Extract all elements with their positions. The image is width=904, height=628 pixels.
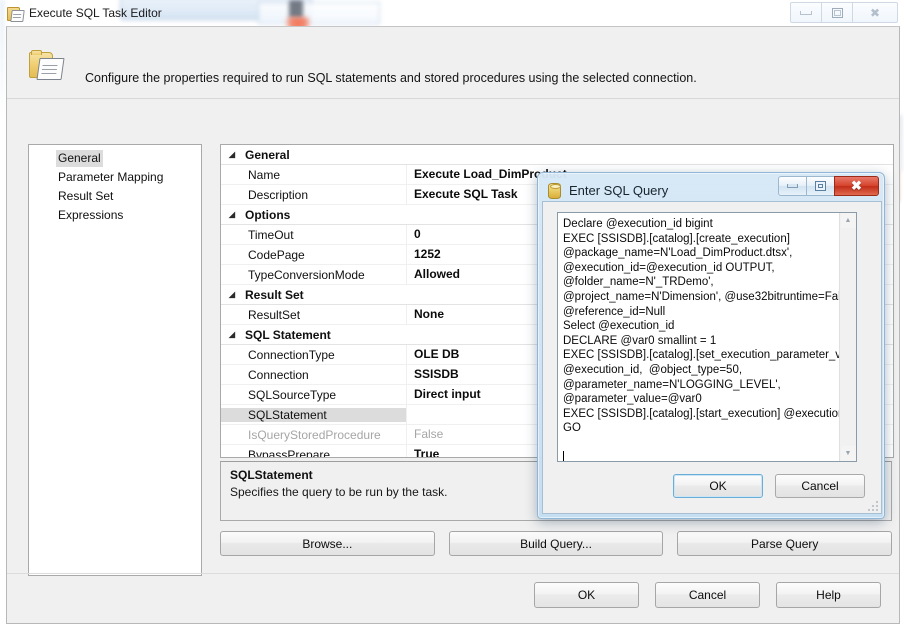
window-title: Execute SQL Task Editor bbox=[29, 6, 162, 20]
sidebar-item-general[interactable]: General bbox=[29, 149, 201, 168]
minimize-icon bbox=[800, 10, 812, 15]
collapse-chevron-icon[interactable]: ◢ bbox=[221, 330, 243, 339]
property-name: Description bbox=[248, 187, 309, 202]
dialog-client-area: Declare @execution_id bigint EXEC [SSISD… bbox=[542, 201, 882, 514]
dialog-cancel-button[interactable]: Cancel bbox=[775, 474, 865, 498]
property-name: SQLSourceType bbox=[248, 387, 337, 402]
header-description: Configure the properties required to run… bbox=[85, 71, 697, 85]
maximize-button[interactable] bbox=[821, 2, 853, 23]
close-button[interactable]: ✖ bbox=[852, 2, 898, 23]
browse-button[interactable]: Browse... bbox=[220, 531, 435, 556]
dialog-titlebar: Enter SQL Query ✖ bbox=[542, 176, 880, 203]
sql-task-large-icon bbox=[29, 49, 65, 81]
header-band: Configure the properties required to run… bbox=[7, 27, 899, 99]
maximize-icon bbox=[815, 181, 826, 191]
ok-button[interactable]: OK bbox=[534, 582, 639, 608]
grid-category-general[interactable]: ◢ General bbox=[221, 145, 893, 165]
dialog-minimize-button[interactable] bbox=[778, 176, 807, 196]
grid-category-label: Result Set bbox=[245, 287, 304, 302]
property-name: BypassPrepare bbox=[248, 447, 331, 458]
sidebar-item-result-set[interactable]: Result Set bbox=[29, 187, 201, 206]
dialog-button-row: OK Cancel bbox=[543, 474, 881, 498]
sidebar-item-label: Result Set bbox=[58, 189, 114, 203]
sidebar-item-label: Parameter Mapping bbox=[58, 170, 164, 184]
maximize-icon bbox=[831, 7, 843, 18]
text-caret bbox=[563, 450, 564, 461]
property-name: CodePage bbox=[248, 247, 305, 262]
close-icon: ✖ bbox=[869, 5, 881, 20]
dialog-window-controls: ✖ bbox=[778, 176, 879, 196]
action-button-row: Browse... Build Query... Parse Query bbox=[220, 531, 893, 559]
sql-task-icon bbox=[7, 5, 25, 22]
window-titlebar: Execute SQL Task Editor ✖ bbox=[0, 0, 904, 26]
collapse-chevron-icon[interactable]: ◢ bbox=[221, 150, 243, 159]
property-name: TypeConversionMode bbox=[248, 267, 365, 282]
property-name: TimeOut bbox=[248, 227, 294, 242]
property-name: IsQueryStoredProcedure bbox=[248, 427, 381, 442]
sql-query-textarea[interactable]: Declare @execution_id bigint EXEC [SSISD… bbox=[557, 212, 857, 462]
grid-category-label: SQL Statement bbox=[245, 327, 331, 342]
sidebar-item-expressions[interactable]: Expressions bbox=[29, 206, 201, 225]
sidebar-item-label: Expressions bbox=[58, 208, 124, 222]
grid-category-label: Options bbox=[245, 207, 291, 222]
dialog-resize-grip[interactable] bbox=[866, 499, 878, 511]
grid-category-label: General bbox=[245, 147, 290, 162]
dialog-ok-button[interactable]: OK bbox=[673, 474, 763, 498]
collapse-chevron-icon[interactable]: ◢ bbox=[221, 290, 243, 299]
sql-query-text[interactable]: Declare @execution_id bigint EXEC [SSISD… bbox=[558, 213, 839, 461]
build-query-button[interactable]: Build Query... bbox=[448, 531, 664, 556]
help-button[interactable]: Help bbox=[776, 582, 881, 608]
property-name: SQLStatement bbox=[221, 407, 406, 422]
dialog-title: Enter SQL Query bbox=[569, 182, 669, 198]
sql-query-icon bbox=[546, 182, 562, 199]
footer-button-row: OK Cancel Help bbox=[534, 582, 881, 608]
scroll-up-icon[interactable]: ▲ bbox=[840, 213, 856, 228]
footer-separator bbox=[7, 573, 899, 574]
collapse-chevron-icon[interactable]: ◢ bbox=[221, 210, 243, 219]
minimize-button[interactable] bbox=[790, 2, 822, 23]
navigation-pane: General Parameter Mapping Result Set Exp… bbox=[28, 144, 202, 576]
parse-query-button[interactable]: Parse Query bbox=[677, 531, 893, 556]
close-icon: ✖ bbox=[851, 178, 862, 193]
minimize-icon bbox=[787, 184, 798, 188]
property-name: Name bbox=[248, 167, 281, 182]
sidebar-item-label: General bbox=[56, 150, 103, 167]
property-name: ResultSet bbox=[248, 307, 301, 322]
sidebar-item-parameter-mapping[interactable]: Parameter Mapping bbox=[29, 168, 201, 187]
window-controls: ✖ bbox=[790, 2, 898, 23]
enter-sql-query-dialog: Enter SQL Query ✖ Declare @execution_id … bbox=[537, 172, 885, 519]
property-name: ConnectionType bbox=[248, 347, 335, 362]
dialog-maximize-button[interactable] bbox=[806, 176, 835, 196]
cancel-button[interactable]: Cancel bbox=[655, 582, 760, 608]
dialog-close-button[interactable]: ✖ bbox=[834, 176, 879, 196]
sql-textarea-scrollbar[interactable]: ▲ ▼ bbox=[839, 213, 856, 461]
scroll-down-icon[interactable]: ▼ bbox=[840, 446, 856, 461]
property-name: Connection bbox=[248, 367, 309, 382]
